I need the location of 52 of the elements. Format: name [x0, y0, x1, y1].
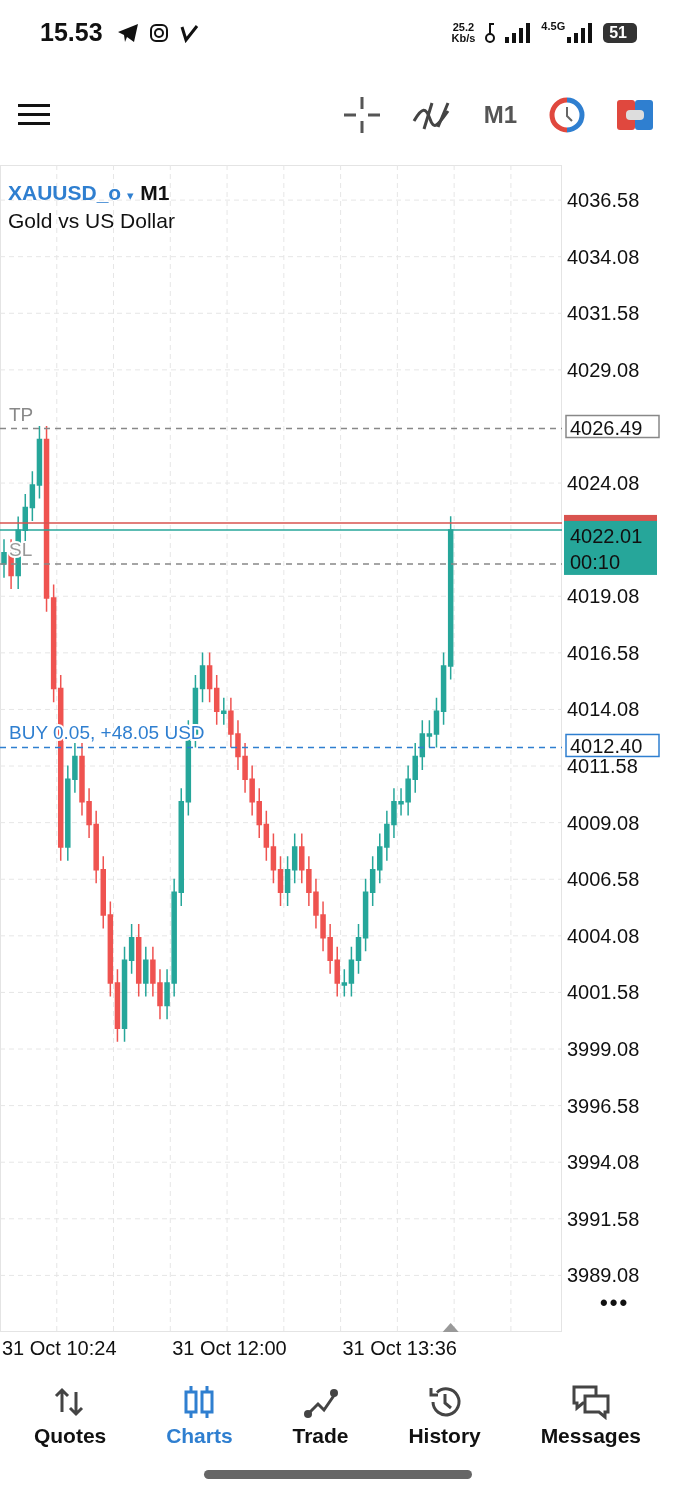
price-label: 4016.58: [567, 641, 640, 664]
battery-level: 51: [603, 22, 637, 43]
crosshair-button[interactable]: [343, 97, 380, 133]
price-label: 3989.08: [567, 1264, 640, 1287]
network-speed: 25.2 Kb/s: [451, 21, 476, 44]
nav-tab[interactable]: Trade: [290, 1380, 351, 1452]
instagram-icon: [148, 22, 169, 43]
price-label: 4024.08: [567, 472, 640, 495]
level-label: TP: [9, 403, 34, 425]
clock-circle-button[interactable]: [549, 97, 585, 133]
time-label: 31 Oct 10:24: [2, 1337, 117, 1359]
nav-tab[interactable]: Charts: [164, 1380, 235, 1452]
time-label: 31 Oct 12:00: [172, 1337, 287, 1359]
telegram-icon: [116, 22, 139, 43]
signal-icon: [505, 22, 532, 43]
bid-price-tag: 4022.01 00:10: [564, 520, 657, 575]
status-time: 15.53: [40, 18, 103, 47]
nav-tab[interactable]: Messages: [538, 1380, 644, 1452]
price-label: 4034.08: [567, 245, 640, 268]
check-mark-icon: [178, 22, 199, 43]
time-label: 31 Oct 13:36: [342, 1337, 457, 1359]
price-label: 4009.08: [567, 811, 640, 834]
timeframe-button[interactable]: M1: [483, 101, 517, 129]
price-label: 3991.58: [567, 1207, 640, 1230]
price-label: 4011.58: [567, 755, 638, 778]
price-label: 4019.08: [567, 585, 640, 608]
symbol-name[interactable]: XAUUSD_o: [8, 181, 122, 205]
level-price-tag: 4012.40: [565, 733, 660, 758]
menu-button[interactable]: [18, 104, 50, 126]
price-label: 4004.08: [567, 924, 640, 947]
price-label: 4001.58: [567, 981, 640, 1004]
chart-timeframe: M1: [140, 181, 170, 205]
price-label: 4006.58: [567, 868, 640, 891]
level-price-tag: 4026.49: [565, 414, 660, 439]
caret-icon[interactable]: ▾: [127, 188, 135, 203]
price-label: 4014.08: [567, 698, 640, 721]
price-label: 4031.58: [567, 302, 640, 325]
more-button[interactable]: •••: [600, 1290, 630, 1315]
trade-panel-button[interactable]: [617, 100, 653, 130]
key-icon: [485, 21, 496, 44]
signal-icon: [567, 22, 594, 43]
price-label: 4029.08: [567, 358, 640, 381]
current-bar-marker: [442, 1323, 459, 1332]
price-label: 4036.58: [567, 189, 640, 212]
nav-tab[interactable]: Quotes: [31, 1380, 109, 1452]
symbol-description: Gold vs US Dollar: [8, 209, 175, 233]
price-label: 3994.08: [567, 1151, 640, 1174]
price-label: 3996.58: [567, 1094, 640, 1117]
nav-tab[interactable]: History: [406, 1380, 483, 1452]
chat-bubbles-icon: [570, 1384, 611, 1420]
network-type: 4.5G: [541, 20, 566, 32]
price-label: 3999.08: [567, 1038, 640, 1060]
